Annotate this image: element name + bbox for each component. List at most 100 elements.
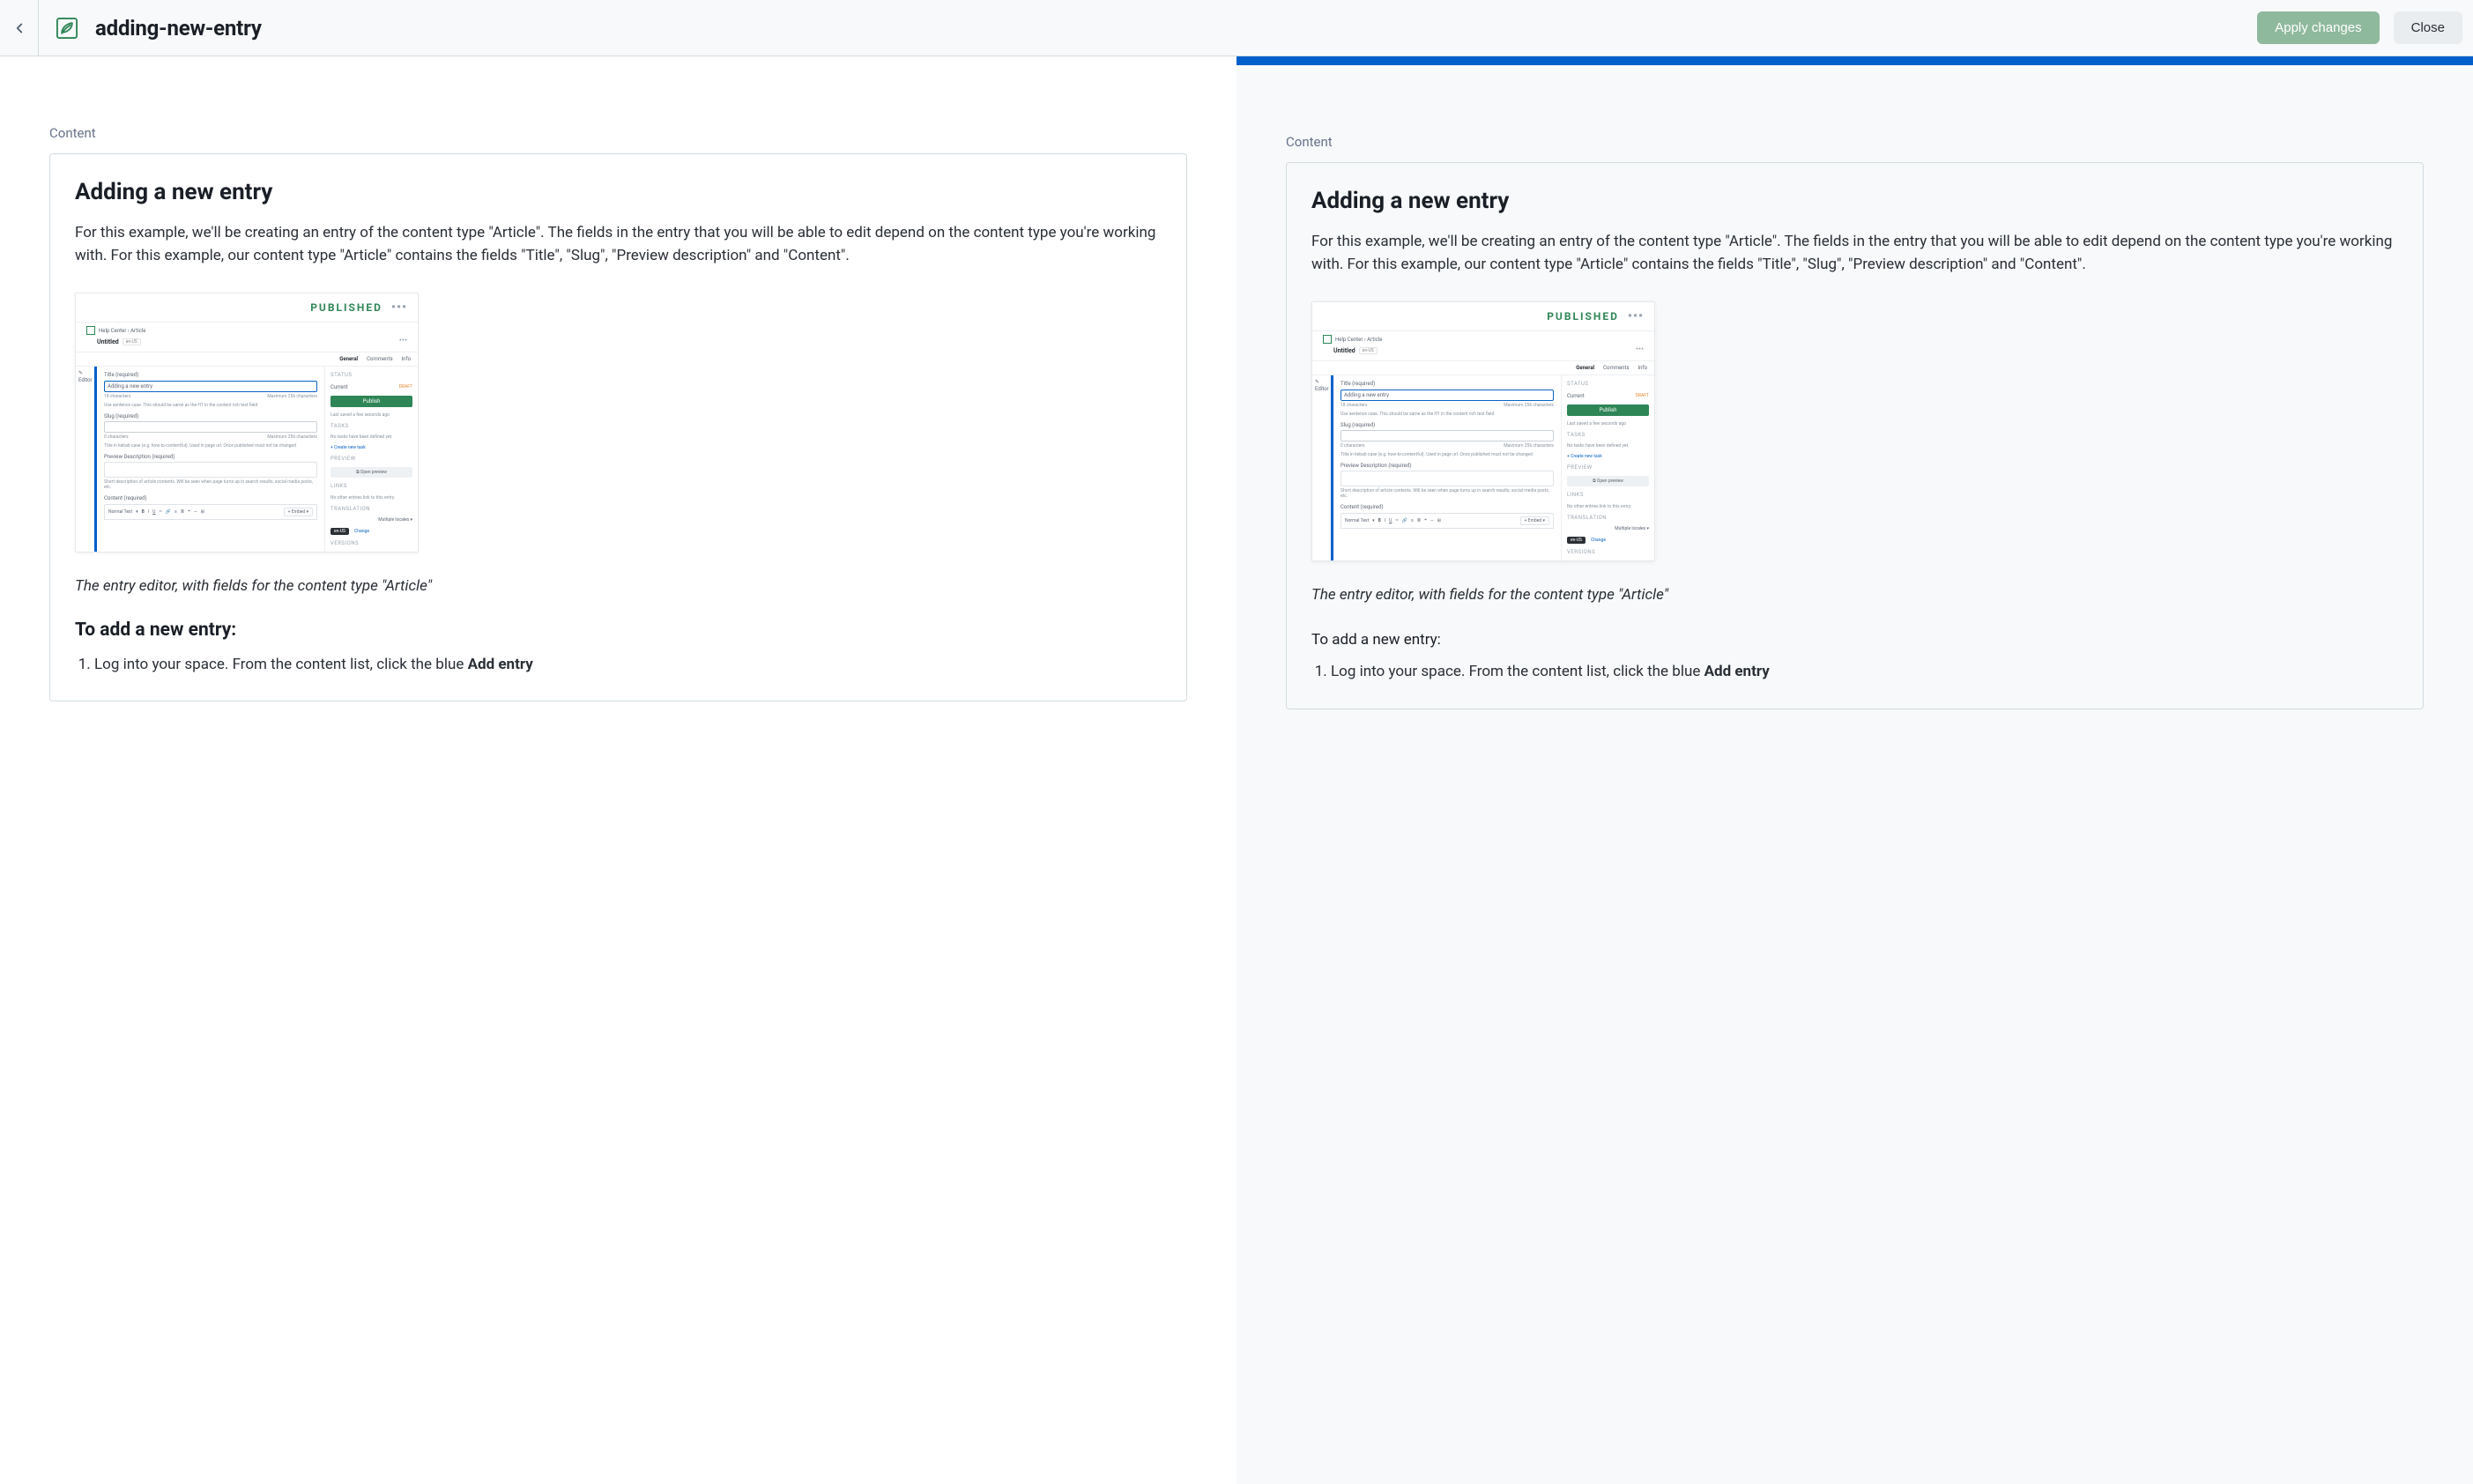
open-preview-button: ⧉ Open preview (1567, 476, 1649, 486)
no-links: No other entries link to this entry. (330, 495, 412, 501)
apply-changes-button[interactable]: Apply changes (2257, 11, 2379, 44)
slug-hint: Title in kebab case (e.g. how-to-content… (104, 443, 317, 449)
title-input: Adding a new entry (104, 381, 317, 392)
locale-badge: en-US (123, 338, 141, 345)
preview-hint: Short description of article contents. W… (104, 479, 317, 490)
article-intro: For this example, we'll be creating an e… (1311, 230, 2398, 277)
title-hint: Use sentence case. This should be same a… (1340, 412, 1554, 417)
slug-label: Slug (required) (1340, 422, 1554, 428)
multi-locales: Multiple locales ▾ (330, 517, 412, 523)
no-tasks: No tasks have been defined yet. (1567, 443, 1649, 449)
preview-head: PREVIEW (330, 456, 412, 462)
editor-side-tab: ✎ Editor (1312, 375, 1332, 560)
slug-input (1340, 430, 1554, 441)
article-intro: For this example, we'll be creating an e… (75, 221, 1162, 268)
tab-comments: Comments (367, 356, 392, 362)
entry-tabs: General Comments Info (1312, 361, 1654, 375)
preview-textarea (1340, 471, 1554, 486)
status-head: STATUS (330, 372, 352, 378)
modified-pane: Content Adding a new entry For this exam… (1236, 56, 2473, 1484)
tasks-head: TASKS (1567, 432, 1649, 438)
translation-head: TRANSLATION (1567, 515, 1649, 521)
status-head: STATUS (1567, 381, 1588, 387)
locale-badge: en-US (1359, 347, 1378, 354)
embed-button: + Embed ▾ (284, 508, 313, 516)
translation-head: TRANSLATION (330, 506, 412, 512)
tab-general: General (339, 356, 358, 362)
slug-max: Maximum 256 characters (1504, 443, 1554, 449)
tab-info: Info (402, 356, 411, 362)
title-label: Title (required) (104, 372, 317, 378)
preview-head: PREVIEW (1567, 464, 1649, 471)
step-text: Log into your space. From the content li… (94, 656, 468, 673)
step-bold: Add entry (1704, 663, 1770, 680)
doc-title: Untitled (1333, 347, 1355, 354)
title-input: Adding a new entry (1340, 390, 1554, 401)
more-icon: ••• (391, 301, 407, 315)
row-more-icon: ••• (1636, 345, 1644, 355)
step-bold: Add entry (468, 656, 533, 673)
status-draft: DRAFT (1636, 393, 1649, 398)
chevron-left-icon (11, 20, 27, 36)
tasks-head: TASKS (330, 423, 412, 429)
status-current: Current (330, 384, 348, 390)
title-count: 18 characters (104, 394, 130, 399)
tab-comments: Comments (1603, 365, 1629, 371)
editor-main: Title (required) Adding a new entry 18 c… (1331, 375, 1561, 560)
no-tasks: No tasks have been defined yet. (330, 434, 412, 440)
publish-button: Publish (330, 396, 412, 407)
preview-label: Preview Description (required) (104, 454, 317, 460)
status-current: Current (1567, 393, 1585, 399)
editor-screenshot: PUBLISHED ••• Help Center › Article Unti… (75, 293, 419, 553)
links-head: LINKS (330, 483, 412, 489)
original-pane: Content Adding a new entry For this exam… (0, 56, 1236, 1484)
steps-list: Log into your space. From the content li… (1331, 660, 2398, 683)
title-hint: Use sentence case. This should be same a… (104, 403, 317, 408)
page-title: adding-new-entry (95, 16, 262, 41)
entry-sidebar: STATUS CurrentDRAFT Publish Last saved a… (1561, 375, 1654, 560)
breadcrumb: Help Center › Article (99, 328, 145, 334)
locale-pill: en-US (330, 528, 349, 535)
entry-sidebar: STATUS Current DRAFT Publish Last saved a… (324, 367, 418, 552)
screenshot-caption: The entry editor, with fields for the co… (1311, 586, 2398, 604)
app-logo-icon (1323, 335, 1332, 344)
rte-toolbar: Normal Text ▾ B I U •• 🔗 ≡ ≣ ❝ — ⊞ (104, 504, 317, 520)
slug-count: 0 characters (1340, 443, 1365, 449)
content-card: Adding a new entry For this example, we'… (1286, 162, 2424, 709)
create-task-link: + Create new task (330, 445, 412, 450)
content-card: Adding a new entry For this example, we'… (49, 153, 1187, 701)
versions-head: VERSIONS (330, 540, 412, 546)
slug-input (104, 421, 317, 433)
saved-text: Last saved a few seconds ago (1567, 421, 1649, 427)
title-max: Maximum 256 characters (267, 394, 317, 399)
status-draft: DRAFT (399, 384, 412, 390)
multi-locales: Multiple locales ▾ (1567, 526, 1649, 531)
app-logo-icon (86, 326, 95, 335)
create-task-link: + Create new task (1567, 454, 1649, 459)
published-status: PUBLISHED (1547, 310, 1619, 323)
editor-main: Title (required) Adding a new entry 18 c… (94, 367, 324, 552)
tab-info: Info (1638, 365, 1647, 371)
back-button[interactable] (0, 0, 39, 56)
locale-pill: en-US (1567, 537, 1586, 544)
diff-area: Content Adding a new entry For this exam… (0, 56, 2473, 1484)
pane-label: Content (1286, 134, 2424, 150)
article-subheading: To add a new entry: (75, 620, 1162, 641)
title-label: Title (required) (1340, 381, 1554, 387)
list-item: Log into your space. From the content li… (1331, 660, 2398, 683)
entry-tabs: General Comments Info (76, 352, 418, 367)
normal-text-dropdown: Normal Text (1345, 518, 1369, 523)
leaf-logo-icon (55, 16, 79, 41)
article-heading: Adding a new entry (1311, 188, 2398, 214)
topbar: adding-new-entry Apply changes Close (0, 0, 2473, 56)
saved-text: Last saved a few seconds ago (330, 412, 412, 418)
breadcrumb: Help Center › Article (1335, 337, 1382, 343)
article-subheading-plain: To add a new entry: (1311, 628, 2398, 651)
preview-hint: Short description of article contents. W… (1340, 488, 1554, 499)
published-status: PUBLISHED (310, 301, 382, 314)
normal-text-dropdown: Normal Text (108, 509, 132, 515)
close-button[interactable]: Close (2394, 11, 2462, 44)
slug-hint: Title in kebab case (e.g. how-to-content… (1340, 452, 1554, 457)
doc-title: Untitled (97, 338, 119, 345)
embed-button: + Embed ▾ (1520, 516, 1549, 525)
